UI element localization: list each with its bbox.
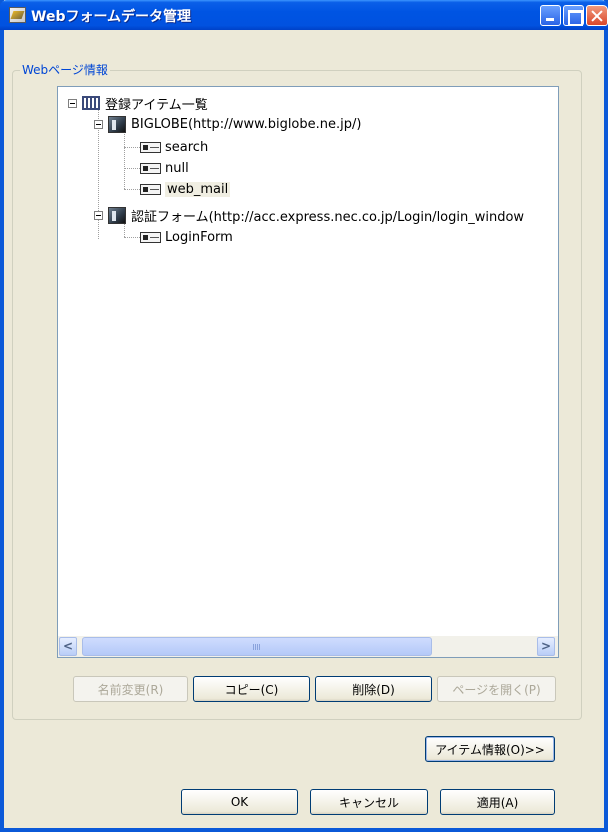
tree-view[interactable]: 登録アイテム一覧 BIGLOBE(http://www.biglobe.ne.j… <box>57 86 559 658</box>
collapse-icon[interactable] <box>94 210 103 220</box>
tree-node-label: null <box>165 160 189 176</box>
app-icon <box>9 7 26 23</box>
site-icon <box>108 115 126 133</box>
form-item-icon <box>140 141 161 153</box>
tree-node-label: BIGLOBE(http://www.biglobe.ne.jp/) <box>131 116 362 132</box>
maximize-button[interactable] <box>563 5 584 26</box>
tree-connector <box>124 168 140 169</box>
tree-node-label: 認証フォーム(http://acc.express.nec.co.jp/Logi… <box>131 209 525 225</box>
form-item-icon <box>140 162 161 174</box>
group-label: Webページ情報 <box>20 61 110 78</box>
tree-node-label: LoginForm <box>165 229 233 245</box>
tree-node-item-selected[interactable]: web_mail <box>140 180 231 198</box>
close-button[interactable] <box>586 5 608 26</box>
tree-node-item[interactable]: null <box>140 159 189 177</box>
copy-button[interactable]: コピー(C) <box>193 676 310 702</box>
tree-connector <box>124 237 140 238</box>
tree-node-label: 登録アイテム一覧 <box>105 97 208 113</box>
scroll-thumb[interactable] <box>82 637 432 656</box>
tree-node-item[interactable]: search <box>140 138 208 156</box>
open-page-button[interactable]: ページを開く(P) <box>437 676 556 702</box>
minimize-button[interactable] <box>540 5 561 26</box>
tree-connector <box>124 127 125 189</box>
rename-button[interactable]: 名前変更(R) <box>73 676 188 702</box>
item-info-button[interactable]: アイテム情報(O)>> <box>425 736 555 762</box>
tree-node-root[interactable]: 登録アイテム一覧 <box>68 94 208 113</box>
form-item-icon <box>140 231 161 243</box>
title-bar[interactable]: Webフォームデータ管理 <box>0 0 608 30</box>
horizontal-scrollbar[interactable]: < > <box>58 636 558 657</box>
ok-button[interactable]: OK <box>181 789 298 815</box>
apply-button[interactable]: 適用(A) <box>440 789 555 815</box>
tree-node-item[interactable]: LoginForm <box>140 228 233 246</box>
tree-node-site[interactable]: BIGLOBE(http://www.biglobe.ne.jp/) <box>94 115 361 133</box>
cancel-button[interactable]: キャンセル <box>310 789 428 815</box>
scroll-left-button[interactable]: < <box>59 637 77 656</box>
tree-connector <box>124 189 140 190</box>
collapse-icon[interactable] <box>94 119 103 129</box>
tree-node-site[interactable]: 認証フォーム(http://acc.express.nec.co.jp/Logi… <box>94 206 525 225</box>
list-icon <box>82 96 100 110</box>
tree-connector <box>124 147 140 148</box>
window-title: Webフォームデータ管理 <box>31 9 192 25</box>
collapse-icon[interactable] <box>68 98 77 108</box>
scroll-right-button[interactable]: > <box>537 637 555 656</box>
tree-node-label: web_mail <box>165 181 231 197</box>
site-icon <box>108 206 126 224</box>
tree-node-label: search <box>165 139 209 155</box>
form-item-icon <box>140 183 161 195</box>
delete-button[interactable]: 削除(D) <box>315 676 432 702</box>
